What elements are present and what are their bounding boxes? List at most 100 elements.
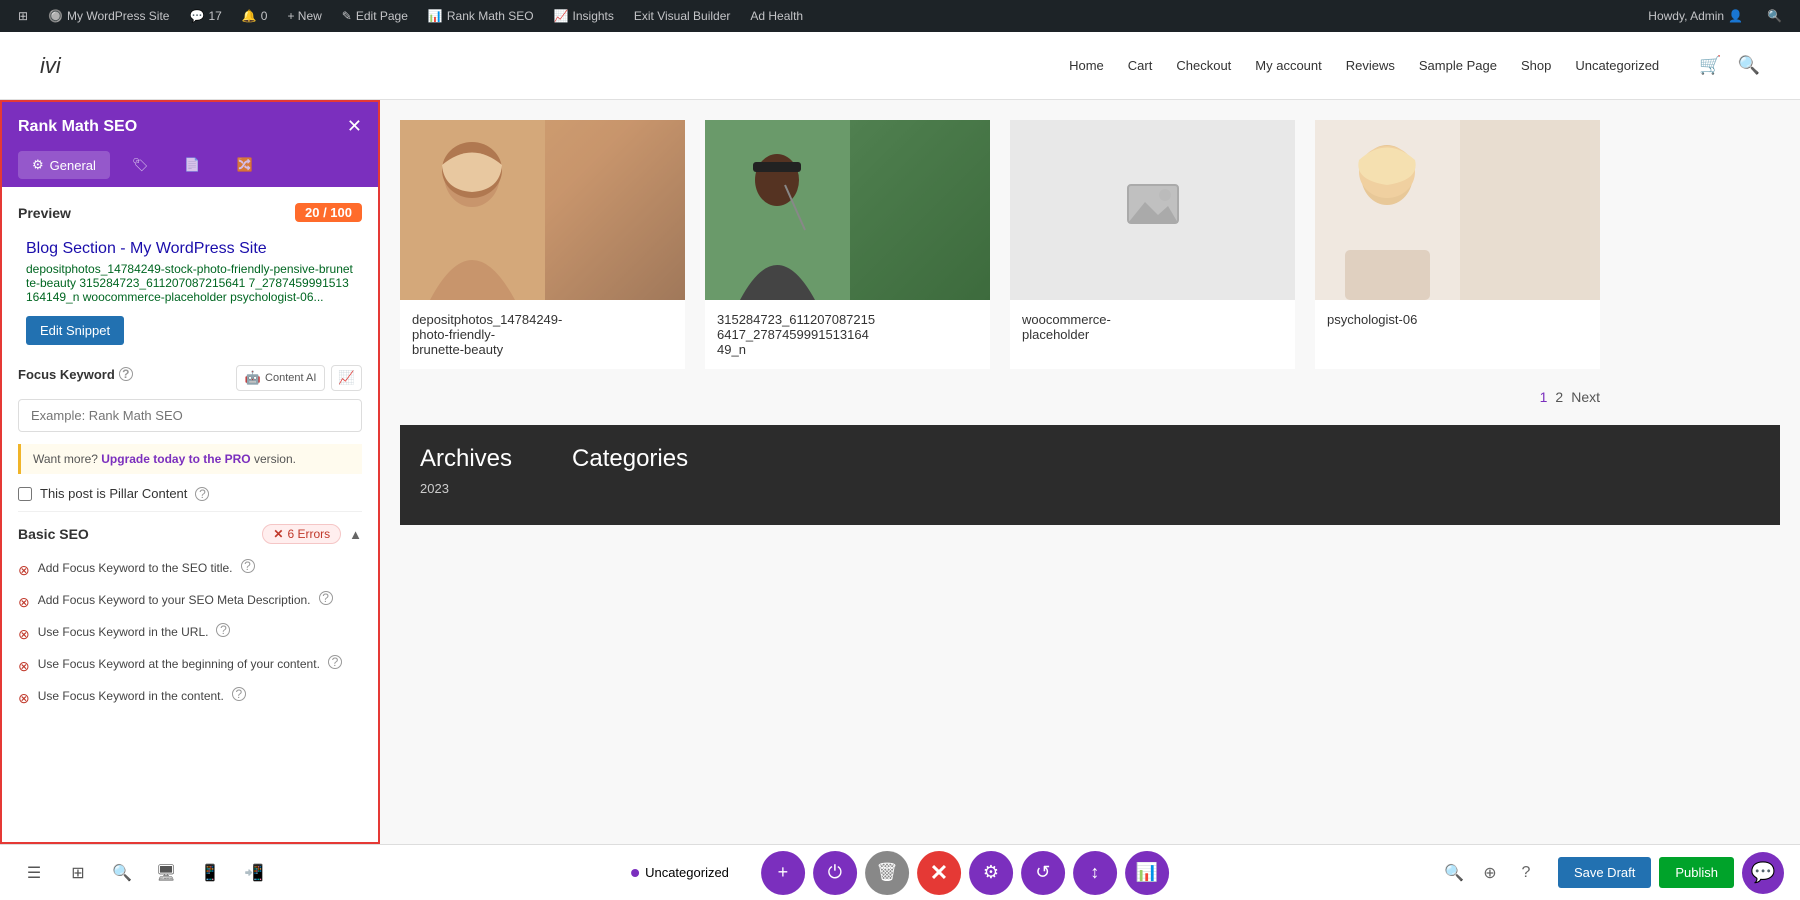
edit-page-link[interactable]: ✎ Edit Page xyxy=(332,0,418,32)
nav-uncategorized[interactable]: Uncategorized xyxy=(1575,58,1659,73)
rank-math-body: Preview 20 / 100 Blog Section - My WordP… xyxy=(2,187,378,842)
nav-reviews[interactable]: Reviews xyxy=(1346,58,1395,73)
search-icon: 🔍 xyxy=(1767,9,1782,23)
close-fab-button[interactable]: ✕ xyxy=(917,851,961,895)
schema-icon: 🔀 xyxy=(237,157,253,173)
search-nav-icon[interactable]: 🔍 xyxy=(1738,55,1760,76)
zoom-icon[interactable]: 🔍 xyxy=(1438,857,1470,889)
pillar-content-checkbox[interactable] xyxy=(18,487,32,501)
history-fab-button[interactable]: ↺ xyxy=(1021,851,1065,895)
tab-snippet[interactable]: 🏷 xyxy=(118,151,163,179)
check-help-2[interactable]: ? xyxy=(319,591,333,605)
check-help-3[interactable]: ? xyxy=(216,623,230,637)
admin-search-btn[interactable]: 🔍 xyxy=(1757,0,1792,32)
notifications-link[interactable]: 🔔 0 xyxy=(232,0,278,32)
trend-button[interactable]: 📈 xyxy=(331,365,362,391)
insights-link[interactable]: 📈 Insights xyxy=(544,0,624,32)
add-fab-button[interactable]: + xyxy=(761,851,805,895)
pagination: 1 2 Next xyxy=(400,369,1600,425)
seo-check-item: ⊗ Use Focus Keyword at the beginning of … xyxy=(18,650,362,682)
preview-box: Blog Section - My WordPress Site deposit… xyxy=(18,232,362,353)
basic-seo-header: Basic SEO ✕ 6 Errors ▲ xyxy=(18,511,362,554)
pillar-content-label: This post is Pillar Content xyxy=(40,486,187,501)
focus-keyword-header: Focus Keyword ? 🤖 Content AI 📈 xyxy=(18,365,362,391)
blog-card-4[interactable]: psychologist-06 xyxy=(1315,120,1600,369)
nav-home[interactable]: Home xyxy=(1069,58,1104,73)
mobile-view-button[interactable]: 📲 xyxy=(236,855,272,891)
tab-general[interactable]: ⚙ General xyxy=(18,151,110,179)
help-icon[interactable]: ? xyxy=(1510,857,1542,889)
delete-fab-button[interactable]: 🗑 xyxy=(865,851,909,895)
nav-icons: 🛒 🔍 xyxy=(1699,55,1760,76)
ad-health-link[interactable]: Ad Health xyxy=(740,0,813,32)
nav-shop[interactable]: Shop xyxy=(1521,58,1551,73)
error-x-icon: ✕ xyxy=(273,527,283,541)
power-fab-button[interactable]: ⏻ xyxy=(813,851,857,895)
blog-card-2[interactable]: 315284723_6112070872156417_2787459991513… xyxy=(705,120,990,369)
blog-card-3[interactable]: woocommerce-placeholder xyxy=(1010,120,1295,369)
blog-card-title-4: psychologist-06 xyxy=(1315,300,1600,339)
upgrade-notice: Want more? Upgrade today to the PRO vers… xyxy=(18,444,362,474)
layers-icon[interactable]: ⊕ xyxy=(1474,857,1506,889)
blog-image-1 xyxy=(400,120,685,300)
error-icon-1: ⊗ xyxy=(18,560,30,581)
main-content: Rank Math SEO ✕ ⚙ General 🏷 📄 🔀 Preview … xyxy=(0,100,1800,844)
desktop-view-button[interactable]: 🖥 xyxy=(148,855,184,891)
comments-link[interactable]: 💬 17 xyxy=(179,0,231,32)
insights-icon: 📈 xyxy=(554,9,569,23)
page-1[interactable]: 1 xyxy=(1540,389,1548,405)
preview-title[interactable]: Blog Section - My WordPress Site xyxy=(26,240,354,258)
tab-schema[interactable]: 🔀 xyxy=(223,151,267,179)
bottom-right: 🔍 ⊕ ? Save Draft Publish 💬 xyxy=(1438,852,1784,894)
cart-icon[interactable]: 🛒 xyxy=(1699,55,1721,76)
preview-header: Preview 20 / 100 xyxy=(18,203,362,222)
tab-social[interactable]: 📄 xyxy=(170,151,214,179)
site-name-link[interactable]: 🔘 My WordPress Site xyxy=(38,0,179,32)
upgrade-link[interactable]: Upgrade today to the PRO xyxy=(101,452,250,466)
check-help-5[interactable]: ? xyxy=(232,687,246,701)
nav-sample-page[interactable]: Sample Page xyxy=(1419,58,1497,73)
edit-snippet-button[interactable]: Edit Snippet xyxy=(26,316,124,345)
bottom-center-fabs: Uncategorized + ⏻ 🗑 ✕ ⚙ ↺ ↕ 📊 xyxy=(631,851,1169,895)
error-icon-2: ⊗ xyxy=(18,592,30,613)
page-area: depositphotos_14784249-photo-friendly-br… xyxy=(380,100,1800,844)
close-panel-button[interactable]: ✕ xyxy=(347,116,362,137)
uncategorized-dot xyxy=(631,869,639,877)
menu-tool-button[interactable]: ☰ xyxy=(16,855,52,891)
seo-check-list: ⊗ Add Focus Keyword to the SEO title. ? … xyxy=(18,554,362,714)
settings-fab-button[interactable]: ⚙ xyxy=(969,851,1013,895)
nav-checkout[interactable]: Checkout xyxy=(1176,58,1231,73)
wp-logo[interactable]: ⊞ xyxy=(8,0,38,32)
pillar-help-icon[interactable]: ? xyxy=(195,487,209,501)
exit-builder-link[interactable]: Exit Visual Builder xyxy=(624,0,741,32)
nav-cart[interactable]: Cart xyxy=(1128,58,1153,73)
nav-my-account[interactable]: My account xyxy=(1255,58,1321,73)
chat-widget[interactable]: 💬 xyxy=(1742,852,1784,894)
blog-card-1[interactable]: depositphotos_14784249-photo-friendly-br… xyxy=(400,120,685,369)
seo-check-item: ⊗ Use Focus Keyword in the content. ? xyxy=(18,682,362,714)
howdy-link[interactable]: Howdy, Admin 👤 xyxy=(1638,0,1753,32)
page-2[interactable]: 2 xyxy=(1555,389,1563,405)
save-draft-button[interactable]: Save Draft xyxy=(1558,857,1651,888)
focus-keyword-help-icon[interactable]: ? xyxy=(119,367,133,381)
focus-keyword-input[interactable] xyxy=(18,399,362,432)
search-tool-button[interactable]: 🔍 xyxy=(104,855,140,891)
categories-section: Categories xyxy=(572,445,688,496)
tablet-view-button[interactable]: 📱 xyxy=(192,855,228,891)
chart-fab-button[interactable]: 📊 xyxy=(1125,851,1169,895)
check-help-4[interactable]: ? xyxy=(328,655,342,669)
page-next[interactable]: Next xyxy=(1571,389,1600,405)
collapse-button[interactable]: ▲ xyxy=(349,527,362,542)
reorder-fab-button[interactable]: ↕ xyxy=(1073,851,1117,895)
grid-tool-button[interactable]: ⊞ xyxy=(60,855,96,891)
check-help-1[interactable]: ? xyxy=(241,559,255,573)
seo-check-item: ⊗ Add Focus Keyword to your SEO Meta Des… xyxy=(18,586,362,618)
social-icon: 📄 xyxy=(184,157,200,173)
content-ai-button[interactable]: 🤖 Content AI xyxy=(236,365,326,391)
dark-section-inner: Archives 2023 Categories xyxy=(420,445,1760,496)
publish-button[interactable]: Publish xyxy=(1659,857,1734,888)
rank-math-link[interactable]: 📊 Rank Math SEO xyxy=(418,0,544,32)
bottom-right-icons: 🔍 ⊕ ? xyxy=(1438,857,1542,889)
blog-image-4 xyxy=(1315,120,1600,300)
new-content-link[interactable]: + New xyxy=(277,0,331,32)
